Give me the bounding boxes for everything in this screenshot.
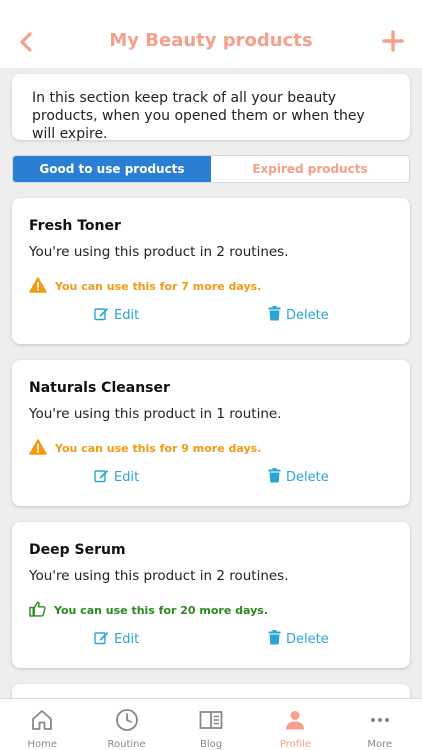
product-card: Deep Serum You're using this product in …: [12, 522, 410, 668]
clock-icon: [115, 709, 138, 731]
edit-label: Edit: [114, 632, 140, 647]
expiry-status: You can use this for 9 more days.: [29, 439, 261, 458]
plus-icon[interactable]: [382, 30, 404, 52]
tab-good-to-use[interactable]: Good to use products: [13, 156, 211, 182]
person-icon: [286, 711, 305, 730]
delete-button[interactable]: Delete: [268, 630, 329, 649]
thumbs-up-icon: [29, 601, 46, 620]
home-icon: [32, 710, 53, 730]
delete-button[interactable]: Delete: [268, 468, 329, 487]
product-tabs: Good to use products Expired products: [12, 155, 410, 183]
trash-icon: [268, 468, 281, 487]
info-box: In this section keep track of all your b…: [12, 74, 410, 142]
warning-icon: [29, 277, 47, 296]
page-title: My Beauty products: [109, 30, 313, 51]
warning-icon: [29, 439, 47, 458]
more-icon: [370, 718, 389, 722]
edit-button[interactable]: Edit: [94, 630, 139, 649]
product-name: Deep Serum: [29, 542, 126, 558]
expiry-status-text: You can use this for 20 more days.: [54, 604, 269, 617]
edit-button[interactable]: Edit: [94, 306, 139, 325]
expiry-status-text: You can use this for 7 more days.: [55, 280, 262, 293]
tabbar-label: Routine: [107, 739, 146, 750]
product-usage: You're using this product in 2 routines.: [29, 568, 289, 584]
tabbar-label: Profile: [279, 739, 311, 750]
delete-button[interactable]: Delete: [268, 306, 329, 325]
bottom-tab-bar: Home Routine Blog Profile More: [0, 698, 422, 750]
app-header: My Beauty products: [0, 0, 422, 68]
product-usage: You're using this product in 2 routines.: [29, 244, 289, 260]
delete-label: Delete: [286, 470, 329, 485]
product-name: Fresh Toner: [29, 218, 121, 234]
tabbar-label: Blog: [199, 739, 223, 750]
book-icon: [199, 711, 223, 729]
tabbar-label: Home: [27, 739, 57, 750]
edit-label: Edit: [114, 470, 140, 485]
delete-label: Delete: [286, 308, 329, 323]
tabbar-item-home[interactable]: Home: [0, 699, 84, 750]
edit-icon: [94, 468, 109, 487]
tabbar-item-profile[interactable]: Profile: [253, 699, 337, 750]
tabbar-item-blog[interactable]: Blog: [169, 699, 253, 750]
edit-button[interactable]: Edit: [94, 468, 139, 487]
product-card: Fresh Toner You're using this product in…: [12, 198, 410, 344]
edit-label: Edit: [114, 308, 140, 323]
product-usage: You're using this product in 1 routine.: [29, 406, 282, 422]
tabbar-item-routine[interactable]: Routine: [84, 699, 168, 750]
tabbar-label: More: [367, 739, 393, 750]
product-card: Naturals Cleanser You're using this prod…: [12, 360, 410, 506]
expiry-status: You can use this for 20 more days.: [29, 601, 268, 620]
trash-icon: [268, 306, 281, 325]
product-name: Naturals Cleanser: [29, 380, 170, 396]
tabbar-item-more[interactable]: More: [338, 699, 422, 750]
delete-label: Delete: [286, 632, 329, 647]
trash-icon: [268, 630, 281, 649]
info-text: In this section keep track of all your b…: [32, 90, 365, 142]
tab-expired[interactable]: Expired products: [211, 156, 409, 182]
expiry-status-text: You can use this for 9 more days.: [55, 442, 262, 455]
edit-icon: [94, 630, 109, 649]
edit-icon: [94, 306, 109, 325]
expiry-status: You can use this for 7 more days.: [29, 277, 261, 296]
